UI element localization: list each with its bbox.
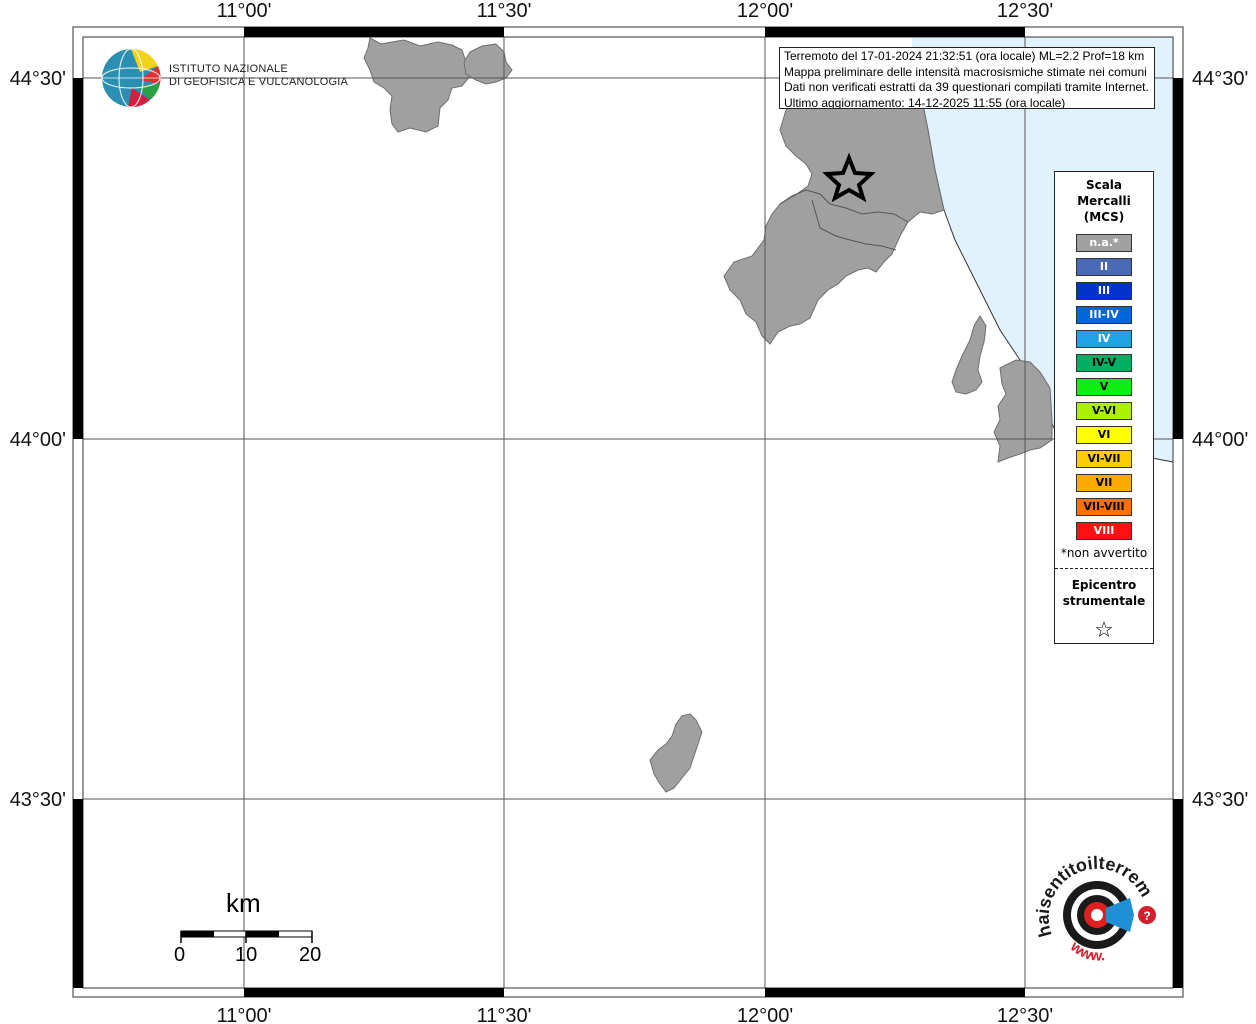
ingv-logo-text: ISTITUTO NAZIONALE DI GEOFISICA E VULCAN… [169,63,348,89]
lat-labels-right: 44°30' 44°00' 43°30' [1192,68,1248,811]
legend-item: IV-V [1076,354,1132,372]
lat-label-left: 43°30' [10,789,66,811]
lon-labels-bottom: 11°00' 11°30' 12°00' 12°30' [217,1005,1054,1024]
lon-label-bottom: 11°30' [477,1005,532,1024]
scale-label: 0 [174,944,186,966]
legend-item: VII [1076,474,1132,492]
legend-item: III [1076,282,1132,300]
legend-item: V-VI [1076,402,1132,420]
lon-label-bottom: 11°00' [217,1005,272,1024]
legend-note: *non avvertito [1060,546,1148,560]
lat-label-right: 44°00' [1192,429,1248,451]
scale-label: 10 [235,944,258,966]
legend-item: VII-VIII [1076,498,1132,516]
ingv-name-line1: ISTITUTO NAZIONALE [169,63,288,75]
municipality-inland-1 [951,315,987,395]
legend-title: Scala Mercalli (MCS) [1055,177,1153,225]
legend-epicenter-label: Epicentro strumentale [1055,577,1153,609]
legend-item: II [1076,258,1132,276]
info-line-event: Terremoto del 17-01-2024 21:32:51 (ora l… [784,49,1145,63]
legend-item: IV [1076,330,1132,348]
scale-bar [180,930,313,943]
legend-item: VI-VII [1076,450,1132,468]
lon-label-top: 11°30' [477,0,532,22]
legend-title-line: Scala [1085,178,1123,192]
legend-epi-line: strumentale [1062,594,1146,608]
lat-label-right: 43°30' [1192,789,1248,811]
badge-question: ? [1143,909,1150,923]
legend-item: n.a.* [1076,234,1132,252]
municipality-san-marino-like [649,713,703,793]
info-line-data: Dati non verificati estratti da 39 quest… [784,80,1149,95]
legend-item: VIII [1076,522,1132,540]
scale-label: 20 [299,944,322,966]
lat-labels-left: 44°30' 44°00' 43°30' [10,68,66,811]
lon-label-top: 11°00' [217,0,272,22]
legend-star-icon: ☆ [1094,618,1114,643]
lon-label-bottom: 12°00' [737,1005,793,1024]
legend-items: n.a.* II III III-IV IV IV-V V V-VI VI VI-VII VII VI… [1055,234,1153,540]
legend-item: VI [1076,426,1132,444]
ingv-name-line2: DI GEOFISICA E VULCANOLOGIA [169,76,348,88]
lon-labels-top: 11°00' 11°30' 12°00' 12°30' [217,0,1054,22]
ingv-logo-icon [101,48,161,108]
municipality-north-1 [363,37,471,133]
lat-label-left: 44°30' [10,68,66,90]
info-line-updated: Ultimo aggiornamento: 14-12-2025 11:55 (… [784,95,1066,109]
lon-label-top: 12°00' [737,0,793,22]
mcs-legend: Scala Mercalli (MCS) n.a.* II III III-IV IV I… [1054,171,1154,644]
legend-epi-line: Epicentro [1071,578,1137,592]
legend-item: III-IV [1076,306,1132,324]
legend-title-line: (MCS) [1083,210,1125,224]
legend-item: V [1076,378,1132,396]
lon-label-top: 12°30' [997,0,1053,22]
earthquake-info-box: Terremoto del 17-01-2024 21:32:51 (ora l… [779,47,1155,109]
lat-label-left: 44°00' [10,429,66,451]
scale-unit: km [226,888,261,918]
info-line-map: Mappa preliminare delle intensità macros… [784,64,1147,79]
lat-label-right: 44°30' [1192,68,1248,90]
legend-title-line: Mercalli [1077,194,1131,208]
legend-separator [1055,568,1153,569]
lon-label-bottom: 12°30' [997,1005,1053,1024]
